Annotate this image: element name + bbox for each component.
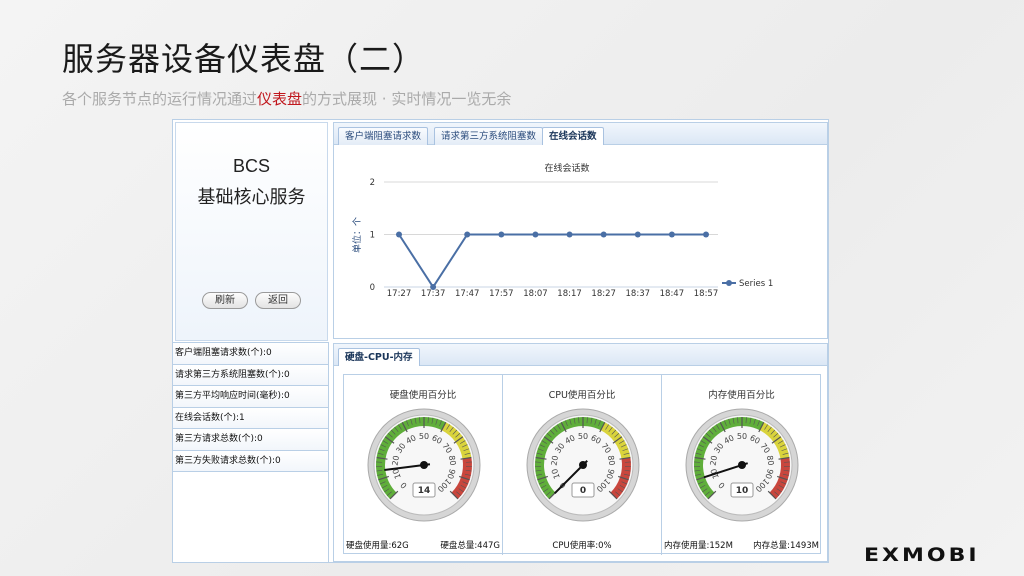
- gauge-hub: [579, 461, 587, 469]
- gauge-tabs: 硬盘-CPU-内存: [333, 343, 828, 368]
- gauge-value-label: 10: [736, 486, 749, 496]
- gauge-scale-label: 80: [606, 455, 616, 466]
- legend-label: Series 1: [739, 279, 773, 289]
- series-line: [398, 233, 706, 289]
- service-name: BCS: [232, 156, 270, 176]
- slide-title: 服务器设备仪表盘（二）: [62, 40, 426, 78]
- data-point: [600, 231, 607, 238]
- chart-title: 在线会话数: [544, 162, 589, 174]
- memory-gauge: 010203040506070809010010: [685, 408, 799, 522]
- stat-item: 第三方失败请求总数(个):0: [173, 450, 328, 472]
- button-row: 刷新 返回: [176, 288, 327, 309]
- tab-client-blocked[interactable]: 客户端阻塞请求数: [338, 127, 429, 146]
- gauge-scale-label: 20: [391, 455, 401, 466]
- refresh-button[interactable]: 刷新: [201, 292, 248, 309]
- gauge-memory: 内存使用百分比 010203040506070809010010 内存使用量:1…: [662, 375, 821, 555]
- memory-total: 内存总量:1493M: [753, 541, 819, 551]
- line-chart-panel: 在线会话数单位：个 0 1 2 17:27 17:37 17:47 17:57 18:07 18:…: [333, 145, 828, 339]
- y-axis-label: 单位：个: [351, 217, 363, 253]
- gauge-scale-label: 80: [765, 455, 775, 466]
- gauge-footer: CPU使用率:0%: [505, 539, 659, 551]
- data-point: [668, 231, 675, 238]
- dashboard-window: BCS 基础核心服务 刷新 返回 客户端阻塞请求数(个):0 请求第三方系统阻塞…: [172, 119, 829, 563]
- data-point: [498, 231, 505, 238]
- x-tick-label: 18:57: [694, 289, 719, 299]
- gauge-scale-label: 50: [737, 432, 747, 441]
- stat-item: 第三方平均响应时间(毫秒):0: [173, 386, 328, 408]
- y-tick-label: 0: [370, 283, 375, 293]
- gauge-grid: 硬盘使用百分比 0 10 20 30 40 50 60 70 80 90 100 14 硬盘使用量:6…: [343, 374, 821, 555]
- data-point: [532, 231, 539, 238]
- subtitle-pre: 各个服务节点的运行情况通过: [62, 90, 258, 108]
- gauge-title: 内存使用百分比: [708, 390, 775, 401]
- gauge-cpu: CPU使用百分比 01020304050607080901000 CPU使用率:…: [503, 375, 662, 555]
- tab-thirdparty-blocked[interactable]: 请求第三方系统阻塞数: [434, 127, 544, 146]
- data-point: [430, 284, 437, 290]
- cpu-usage: CPU使用率:0%: [552, 541, 612, 551]
- disk-total: 硬盘总量:447G: [440, 541, 500, 551]
- gauge-value-label: 0: [580, 486, 586, 496]
- gauge-hub: [738, 461, 746, 469]
- gauge-scale-label: 80: [447, 455, 457, 466]
- gauge-panel: 硬盘使用百分比 0 10 20 30 40 50 60 70 80 90 100 14 硬盘使用量:6…: [333, 366, 828, 562]
- x-tick-label: 18:07: [523, 289, 548, 299]
- x-tick-label: 18:37: [626, 289, 651, 299]
- gauge-footer: 硬盘使用量:62G 硬盘总量:447G: [346, 539, 500, 551]
- stat-item: 请求第三方系统阻塞数(个):0: [173, 364, 328, 386]
- data-point: [566, 231, 573, 238]
- stat-item: 在线会话数(个):1: [173, 407, 328, 429]
- x-tick-label: 17:57: [489, 289, 514, 299]
- gauge-value-label: 14: [418, 486, 431, 496]
- chart-tabs: 客户端阻塞请求数 请求第三方系统阻塞数 在线会话数: [333, 122, 828, 147]
- slide-subtitle: 各个服务节点的运行情况通过仪表盘的方式展现 · 实时情况一览无余: [62, 88, 511, 109]
- gauge-disk: 硬盘使用百分比 0 10 20 30 40 50 60 70 80 90 100 14 硬盘使用量:6…: [344, 375, 503, 555]
- subtitle-post: 的方式展现 · 实时情况一览无余: [302, 90, 512, 108]
- gauge-footer: 内存使用量:152M 内存总量:1493M: [664, 539, 819, 551]
- x-tick-label: 18:17: [557, 289, 582, 299]
- service-desc: 基础核心服务: [197, 187, 306, 208]
- x-tick-label: 17:27: [387, 289, 412, 299]
- data-point: [464, 231, 471, 238]
- x-tick-label: 18:47: [660, 289, 685, 299]
- legend-marker: [726, 280, 732, 286]
- x-tick-label: 17:47: [455, 289, 480, 299]
- gauge-scale-label: 20: [550, 455, 560, 466]
- tab-disk-cpu-mem[interactable]: 硬盘-CPU-内存: [338, 348, 420, 368]
- gauge-title: CPU使用百分比: [548, 390, 616, 401]
- disk-gauge: 010203040 50 6070809010014: [367, 408, 481, 522]
- data-point: [703, 231, 709, 238]
- gauge-scale-label: 20: [709, 455, 719, 466]
- stat-item: 客户端阻塞请求数(个):0: [173, 343, 328, 365]
- cpu-gauge: 01020304050607080901000: [526, 408, 640, 522]
- line-chart: 在线会话数单位：个 0 1 2 17:27 17:37 17:47 17:57 18:07 18:…: [351, 162, 773, 299]
- service-panel: BCS 基础核心服务 刷新 返回: [175, 122, 328, 341]
- gauge-title: 硬盘使用百分比: [389, 390, 457, 401]
- y-tick-label: 2: [370, 178, 375, 188]
- data-point: [634, 231, 641, 238]
- y-tick-label: 1: [370, 231, 375, 241]
- gauge-scale-label: 50: [419, 432, 429, 441]
- data-point: [396, 231, 402, 238]
- subtitle-highlight: 仪表盘: [257, 90, 303, 108]
- stat-item: 第三方请求总数(个):0: [173, 429, 328, 451]
- back-button[interactable]: 返回: [255, 292, 302, 309]
- stats-list: 客户端阻塞请求数(个):0 请求第三方系统阻塞数(个):0 第三方平均响应时间(…: [173, 342, 329, 562]
- x-tick-label: 17:37: [421, 289, 446, 299]
- exmobi-logo: EXMOBI: [864, 544, 980, 567]
- memory-used: 内存使用量:152M: [664, 541, 733, 551]
- tab-online-sessions[interactable]: 在线会话数: [542, 127, 604, 147]
- gauge-scale-label: 50: [578, 432, 588, 441]
- x-tick-label: 18:27: [591, 289, 616, 299]
- disk-used: 硬盘使用量:62G: [346, 541, 409, 551]
- gauge-hub: [420, 461, 428, 469]
